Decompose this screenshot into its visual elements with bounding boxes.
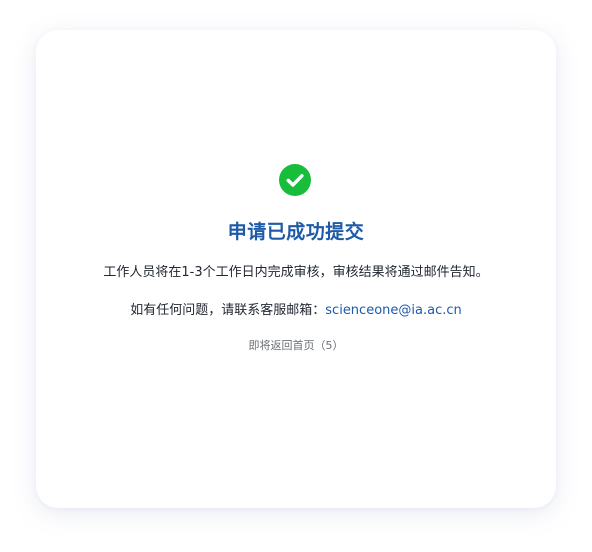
contact-email-link[interactable]: scienceone@ia.ac.cn [325, 303, 461, 318]
review-message: 工作人员将在1-3个工作日内完成审核，审核结果将通过邮件告知。 [103, 265, 489, 280]
success-title: 申请已成功提交 [227, 221, 365, 243]
redirect-countdown: 即将返回首页（5） [248, 339, 344, 352]
success-dialog: 申请已成功提交 工作人员将在1-3个工作日内完成审核，审核结果将通过邮件告知。 … [36, 30, 556, 508]
check-circle-icon [279, 164, 311, 196]
page: 申请已成功提交 工作人员将在1-3个工作日内完成审核，审核结果将通过邮件告知。 … [0, 0, 592, 552]
contact-prefix: 如有任何问题，请联系客服邮箱： [130, 303, 326, 318]
contact-line: 如有任何问题，请联系客服邮箱：scienceone@ia.ac.cn [36, 301, 556, 321]
